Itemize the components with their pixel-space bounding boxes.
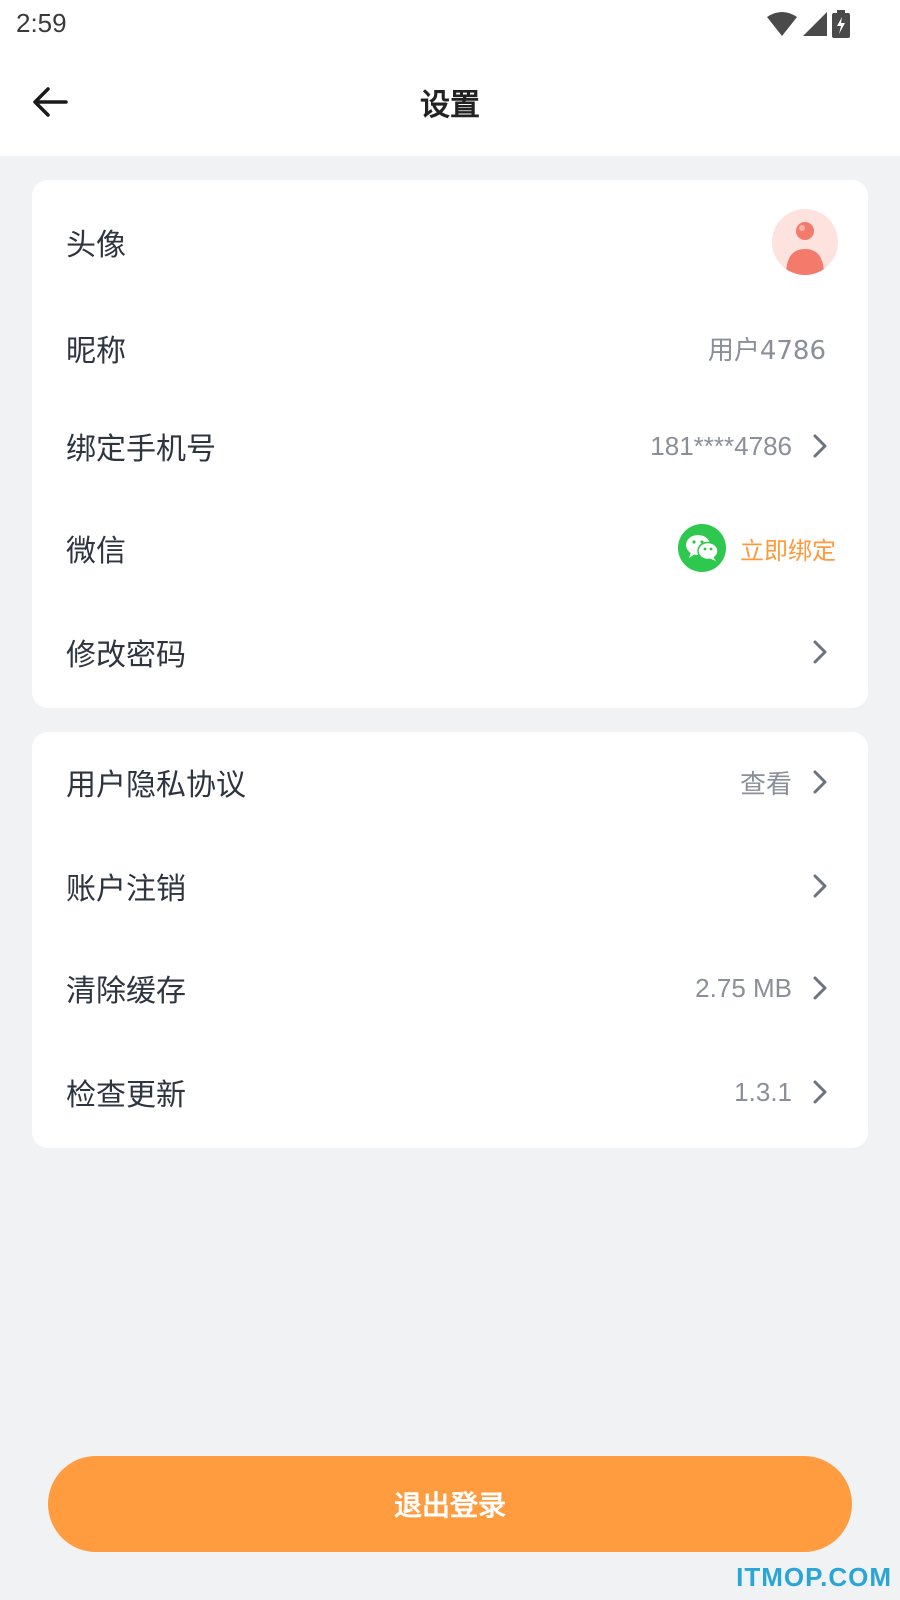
change-password-row-right: [806, 638, 834, 666]
check-update-row-right: 1.3.1: [734, 1077, 834, 1108]
phone-row[interactable]: 绑定手机号 181****4786: [32, 398, 868, 494]
app-header: 设置: [0, 50, 900, 156]
avatar[interactable]: [772, 209, 838, 275]
status-icons: [766, 10, 850, 38]
nickname-label: 昵称: [66, 334, 126, 369]
wechat-bind-link[interactable]: 立即绑定: [740, 531, 836, 566]
deregister-label: 账户注销: [66, 872, 186, 907]
privacy-value: 查看: [739, 769, 792, 800]
avatar-label: 头像: [66, 228, 126, 263]
cache-size-value: 2.75 MB: [695, 972, 792, 1003]
clear-cache-row-right: 2.75 MB: [695, 973, 834, 1004]
clear-cache-label: 清除缓存: [66, 974, 186, 1009]
wechat-label: 微信: [66, 534, 126, 569]
wechat-row-right: 立即绑定: [678, 524, 836, 572]
clear-cache-row[interactable]: 清除缓存 2.75 MB: [32, 940, 868, 1036]
wechat-row[interactable]: 微信 立即绑定: [32, 500, 868, 596]
privacy-label: 用户隐私协议: [66, 768, 246, 803]
check-update-row[interactable]: 检查更新 1.3.1: [32, 1044, 868, 1140]
chevron-right-icon: [806, 432, 834, 460]
chevron-right-icon: [806, 974, 834, 1002]
privacy-row[interactable]: 用户隐私协议 查看: [32, 734, 868, 830]
chevron-right-icon: [806, 768, 834, 796]
check-update-label: 检查更新: [66, 1078, 186, 1113]
avatar-row[interactable]: 头像: [32, 192, 868, 292]
change-password-label: 修改密码: [66, 638, 186, 673]
status-time: 2:59: [16, 8, 67, 38]
nickname-value: 用户4786: [707, 335, 826, 366]
chevron-right-icon: [806, 638, 834, 666]
watermark: ITMOP.COM: [736, 1562, 892, 1592]
privacy-row-right: 查看: [740, 764, 834, 801]
battery-charging-icon: [832, 10, 850, 38]
deregister-row-right: [806, 872, 834, 900]
nickname-row[interactable]: 昵称 用户4786: [32, 300, 868, 396]
chevron-right-icon: [806, 872, 834, 900]
signal-icon: [803, 12, 827, 36]
wechat-icon: [678, 524, 726, 572]
change-password-row[interactable]: 修改密码: [32, 604, 868, 700]
version-value: 1.3.1: [734, 1076, 792, 1107]
account-card: 头像 昵称 用户4786 绑定手机号 181****4786 微信 立即绑定 修…: [32, 180, 868, 708]
page-title: 设置: [420, 88, 480, 123]
wifi-icon: [767, 12, 797, 36]
phone-row-right: 181****4786: [650, 431, 834, 462]
user-avatar-icon: [786, 222, 824, 275]
settings-card: 用户隐私协议 查看 账户注销 清除缓存 2.75 MB 检查更新 1.3.1: [32, 732, 868, 1148]
avatar-row-right: [772, 209, 838, 275]
logout-button[interactable]: 退出登录: [48, 1456, 852, 1552]
status-bar: 2:59: [0, 0, 900, 50]
chevron-right-icon: [806, 1078, 834, 1106]
phone-label: 绑定手机号: [66, 432, 216, 467]
phone-value: 181****4786: [650, 430, 792, 461]
nickname-row-right: 用户4786: [708, 330, 826, 367]
deregister-row[interactable]: 账户注销: [32, 838, 868, 934]
